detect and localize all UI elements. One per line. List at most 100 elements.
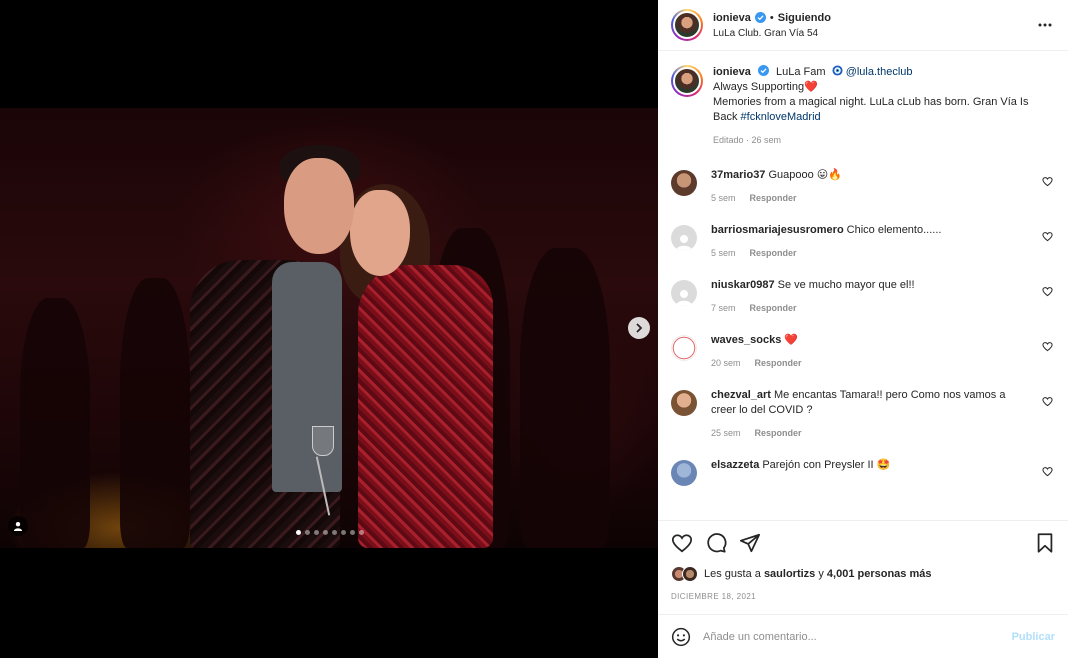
- comment-item: chezval_art Me encantas Tamara!! pero Com…: [671, 388, 1055, 438]
- commenter-username[interactable]: niuskar0987: [711, 279, 775, 291]
- verified-badge-icon: [757, 65, 769, 76]
- red-heart-emoji: ❤️: [804, 81, 818, 93]
- woman-figure: [358, 265, 493, 548]
- commenter-username[interactable]: 37mario37: [711, 169, 765, 181]
- comment-text: Se ve mucho mayor que el!!: [777, 279, 915, 291]
- man-face: [284, 158, 354, 254]
- likes-summary: Les gusta a saulortizs y 4,001 personas …: [658, 564, 1068, 584]
- carousel-dot: [314, 530, 319, 535]
- author-username[interactable]: ionieva: [713, 12, 751, 24]
- comment-item: waves_socks ❤️ 20 sem Responder: [671, 333, 1055, 368]
- header-separator: •: [769, 11, 774, 24]
- share-paper-plane-icon[interactable]: [739, 532, 761, 554]
- comment-like-heart-icon[interactable]: [1042, 176, 1053, 187]
- comment-text: Guapooo 😛🔥: [768, 169, 842, 181]
- commenter-username[interactable]: waves_socks: [711, 334, 781, 346]
- caption-username[interactable]: ionieva: [713, 66, 751, 78]
- caption-meta: Editado · 26 sem: [713, 135, 782, 145]
- add-comment-bar: Publicar: [658, 614, 1068, 658]
- reply-button[interactable]: Responder: [750, 303, 797, 313]
- carousel-dot: [341, 530, 346, 535]
- comment-like-heart-icon[interactable]: [1042, 341, 1053, 352]
- location-link[interactable]: LuLa Club. Gran Vía 54: [713, 28, 831, 39]
- comment-like-heart-icon[interactable]: [1042, 396, 1053, 407]
- commenter-avatar[interactable]: [671, 460, 697, 486]
- comments-list[interactable]: ionieva LuLa Fam @lula.theclub Always Su…: [658, 51, 1068, 520]
- tagged-users-button[interactable]: [8, 516, 28, 536]
- caption-mention-link[interactable]: @lula.theclub: [846, 66, 913, 78]
- publish-button[interactable]: Publicar: [1012, 631, 1055, 643]
- comment-like-heart-icon[interactable]: [1042, 466, 1053, 477]
- post-media: [0, 0, 658, 658]
- nazar-eye-emoji-icon: [832, 65, 843, 76]
- commenter-username[interactable]: chezval_art: [711, 389, 771, 401]
- following-button[interactable]: Siguiendo: [778, 12, 831, 24]
- likes-user-link[interactable]: saulortizs: [764, 568, 815, 580]
- background-crowd-figure: [520, 248, 610, 548]
- commenter-username[interactable]: elsazzeta: [711, 459, 759, 471]
- verified-badge-icon: [754, 12, 766, 23]
- woman-face: [350, 190, 410, 276]
- post-caption: ionieva LuLa Fam @lula.theclub Always Su…: [671, 51, 1055, 148]
- carousel-dot: [350, 530, 355, 535]
- man-shirt: [272, 262, 342, 492]
- reply-button[interactable]: Responder: [750, 248, 797, 258]
- commenter-avatar[interactable]: [671, 335, 697, 361]
- likes-connector: y: [818, 568, 824, 580]
- carousel-indicator: [296, 530, 364, 535]
- caption-text-lula-fam: LuLa Fam: [776, 66, 826, 78]
- comment-like-heart-icon[interactable]: [1042, 231, 1053, 242]
- post-sidebar: ionieva • Siguiendo LuLa Club. Gran Vía …: [658, 0, 1068, 658]
- comment-item: elsazzeta Parejón con Preysler II 🤩: [671, 458, 1055, 486]
- comment-item: barriosmariajesusromero Chico elemento...…: [671, 223, 1055, 258]
- caption-text-always-supporting: Always Supporting: [713, 81, 805, 93]
- comment-item: niuskar0987 Se ve mucho mayor que el!! 7 s…: [671, 278, 1055, 313]
- comment-like-heart-icon[interactable]: [1042, 286, 1053, 297]
- reply-button[interactable]: Responder: [755, 428, 802, 438]
- comment-time[interactable]: 5 sem: [711, 248, 736, 258]
- instagram-post: ionieva • Siguiendo LuLa Club. Gran Vía …: [0, 0, 1068, 658]
- background-crowd-figure: [120, 278, 190, 548]
- caption-author-avatar[interactable]: [671, 65, 703, 97]
- carousel-dot: [359, 530, 364, 535]
- comment-time[interactable]: 7 sem: [711, 303, 736, 313]
- likes-count-link[interactable]: 4,001 personas más: [827, 568, 932, 580]
- save-bookmark-icon[interactable]: [1034, 532, 1056, 554]
- reply-button[interactable]: Responder: [750, 193, 797, 203]
- carousel-dot: [296, 530, 301, 535]
- more-horizontal-icon: [1038, 23, 1052, 27]
- commenter-avatar[interactable]: [671, 170, 697, 196]
- carousel-dot: [305, 530, 310, 535]
- likes-prefix: Les gusta a: [704, 568, 761, 580]
- chevron-right-icon: [636, 323, 643, 333]
- post-header: ionieva • Siguiendo LuLa Club. Gran Vía …: [658, 0, 1068, 51]
- commenter-avatar[interactable]: [671, 280, 697, 306]
- default-user-icon: [676, 235, 692, 251]
- comment-time[interactable]: 20 sem: [711, 358, 741, 368]
- comment-item: 37mario37 Guapooo 😛🔥 5 sem Responder: [671, 168, 1055, 203]
- like-heart-icon[interactable]: [671, 532, 693, 554]
- comment-bubble-icon[interactable]: [705, 532, 727, 554]
- commenter-username[interactable]: barriosmariajesusromero: [711, 224, 844, 236]
- comment-time[interactable]: 5 sem: [711, 193, 736, 203]
- comment-text: ❤️: [784, 334, 799, 346]
- caption-hashtag-link[interactable]: #fcknloveMadrid: [741, 111, 821, 123]
- commenter-avatar[interactable]: [671, 225, 697, 251]
- comment-text: Parejón con Preysler II 🤩: [762, 459, 891, 471]
- commenter-avatar[interactable]: [671, 390, 697, 416]
- liker-avatar[interactable]: [682, 566, 698, 582]
- post-actions-bar: [658, 520, 1068, 564]
- comment-time[interactable]: 25 sem: [711, 428, 741, 438]
- comment-input[interactable]: [703, 630, 1012, 643]
- background-crowd-figure: [20, 298, 90, 548]
- carousel-dot: [332, 530, 337, 535]
- carousel-dot: [323, 530, 328, 535]
- author-avatar[interactable]: [671, 9, 703, 41]
- wine-glass: [312, 426, 334, 456]
- carousel-next-button[interactable]: [628, 317, 650, 339]
- more-options-button[interactable]: [1036, 17, 1054, 33]
- post-date: DICIEMBRE 18, 2021: [671, 592, 757, 601]
- reply-button[interactable]: Responder: [755, 358, 802, 368]
- emoji-smiley-icon[interactable]: [671, 627, 691, 647]
- comment-text: Chico elemento......: [846, 224, 942, 236]
